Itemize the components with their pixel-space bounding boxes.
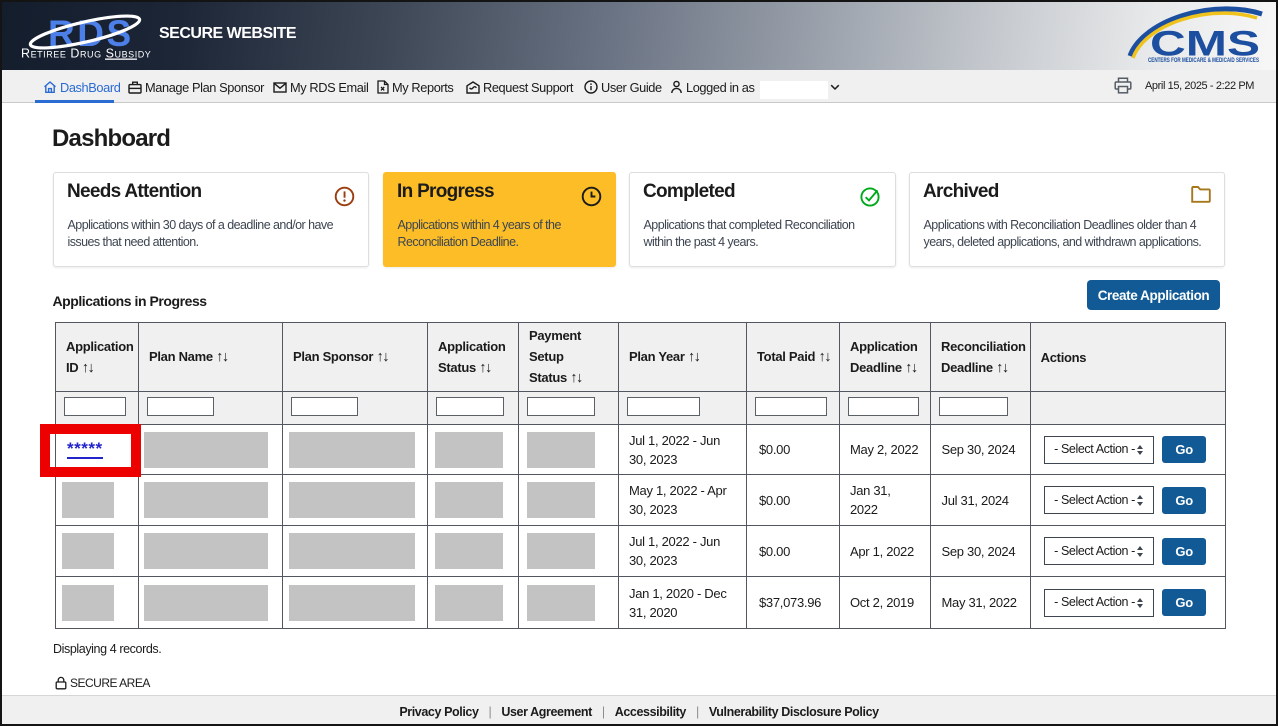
svg-text:CENTERS FOR MEDICARE & MEDICAI: CENTERS FOR MEDICARE & MEDICAID SERVICES bbox=[1148, 58, 1259, 64]
svg-text:Retiree Drug Subsidy: Retiree Drug Subsidy bbox=[21, 47, 151, 61]
